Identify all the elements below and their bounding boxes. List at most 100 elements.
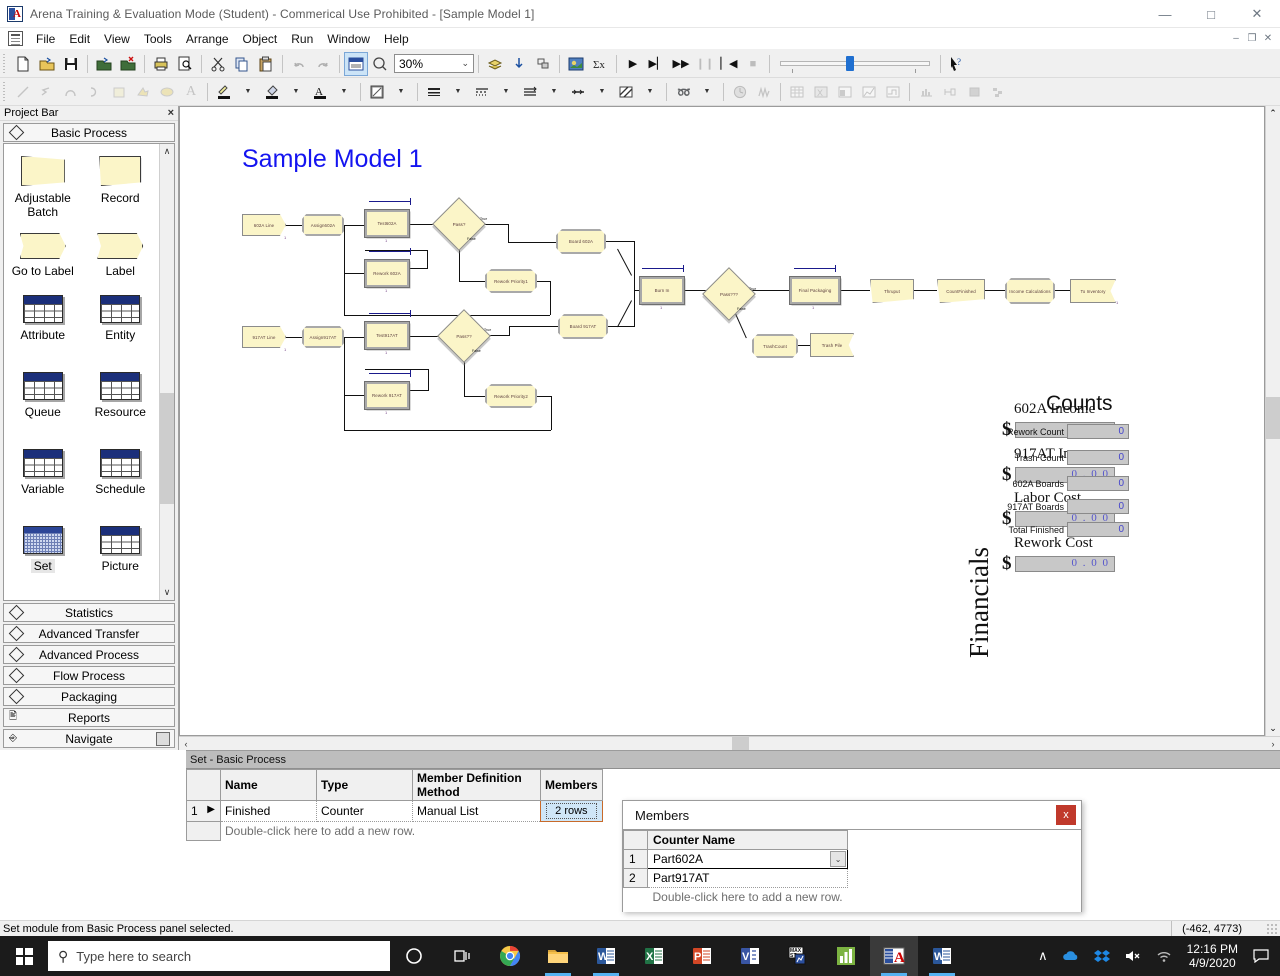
polyline-icon[interactable] bbox=[35, 80, 59, 104]
cell-members[interactable]: 2 rows bbox=[541, 801, 603, 822]
scroll-left-icon[interactable]: ‹ bbox=[179, 737, 193, 751]
toolbar-grip[interactable] bbox=[2, 54, 8, 74]
seize-icon[interactable] bbox=[986, 80, 1010, 104]
flow-node-trashcount[interactable]: TrashCount bbox=[752, 334, 798, 358]
toolbar-grip[interactable] bbox=[2, 82, 8, 102]
go-icon[interactable]: ▶ bbox=[621, 52, 645, 76]
volume-muted-icon[interactable] bbox=[1117, 949, 1149, 963]
minimize-button[interactable]: — bbox=[1142, 0, 1188, 28]
fill-pattern-icon[interactable] bbox=[614, 80, 638, 104]
arrange-icon[interactable] bbox=[531, 52, 555, 76]
canvas-vertical-scrollbar[interactable]: ⌃ ⌄ bbox=[1265, 106, 1280, 736]
scroll-up-icon[interactable]: ⌃ bbox=[1266, 106, 1280, 121]
scroll-up-icon[interactable]: ∧ bbox=[160, 144, 175, 159]
menu-run[interactable]: Run bbox=[284, 30, 320, 48]
scroll-down-icon[interactable]: ⌄ bbox=[1266, 721, 1280, 736]
layers-icon[interactable] bbox=[483, 52, 507, 76]
word-icon[interactable]: W bbox=[582, 936, 630, 976]
histogram-icon[interactable] bbox=[833, 80, 857, 104]
table-row[interactable]: 1 ▶ Finished Counter Manual List 2 rows bbox=[187, 801, 603, 822]
panel-statistics[interactable]: Statistics bbox=[3, 603, 175, 622]
onedrive-icon[interactable] bbox=[1055, 949, 1087, 963]
flow-node-rework-priority-2[interactable]: Rework Priority2 bbox=[485, 384, 537, 408]
copy-icon[interactable] bbox=[230, 52, 254, 76]
flow-node-final-packaging[interactable]: Final Packaging bbox=[790, 277, 840, 304]
menu-arrange[interactable]: Arrange bbox=[179, 30, 236, 48]
minitab-icon[interactable]: MAXST bbox=[774, 936, 822, 976]
line-style-icon[interactable] bbox=[470, 80, 494, 104]
zoom-icon[interactable] bbox=[368, 52, 392, 76]
panel-navigate[interactable]: ⎆ Navigate bbox=[3, 729, 175, 748]
close-icon[interactable]: × bbox=[168, 107, 174, 119]
resource-icon[interactable] bbox=[938, 80, 962, 104]
module-queue[interactable]: Queue bbox=[4, 366, 82, 443]
notification-center-icon[interactable] bbox=[1246, 949, 1276, 963]
scrollbar-track[interactable] bbox=[1266, 121, 1280, 721]
panel-advanced-transfer[interactable]: Advanced Transfer bbox=[3, 624, 175, 643]
doc-restore-button[interactable]: ❐ bbox=[1244, 30, 1260, 46]
open-folder-icon[interactable] bbox=[35, 52, 59, 76]
flow-node-rework-602a[interactable]: Rework 602A bbox=[365, 260, 409, 287]
palette-scrollbar[interactable]: ∧ ∨ bbox=[159, 144, 174, 600]
flow-node-test602a[interactable]: Test602A bbox=[365, 210, 409, 237]
text-icon[interactable]: A bbox=[179, 80, 203, 104]
close-template-icon[interactable] bbox=[116, 52, 140, 76]
flow-node-board-602a[interactable]: Board 602A bbox=[556, 229, 606, 254]
line-color-dropdown[interactable]: ▼ bbox=[236, 80, 260, 104]
panel-header-basic-process[interactable]: Basic Process bbox=[3, 123, 175, 142]
flow-node-countfinished[interactable]: CountFinished bbox=[937, 279, 985, 303]
file-explorer-icon[interactable] bbox=[534, 936, 582, 976]
members-row-index[interactable]: 2 bbox=[624, 869, 648, 888]
dropbox-icon[interactable] bbox=[1087, 949, 1117, 963]
arrow-style-dropdown[interactable]: ▼ bbox=[590, 80, 614, 104]
end-icon[interactable]: ■ bbox=[741, 52, 765, 76]
cell-member-definition-method[interactable]: Manual List bbox=[413, 801, 541, 822]
box-icon[interactable] bbox=[107, 80, 131, 104]
menu-help[interactable]: Help bbox=[377, 30, 416, 48]
open-template-icon[interactable] bbox=[92, 52, 116, 76]
stat-icon[interactable] bbox=[822, 936, 870, 976]
search-input[interactable]: ⚲ Type here to search bbox=[48, 941, 390, 971]
flow-node-917at-line[interactable]: 917AT Line bbox=[242, 326, 286, 348]
task-view-icon[interactable] bbox=[438, 936, 486, 976]
members-cell-counter-name-active[interactable]: Part602A ⌄ bbox=[648, 850, 848, 869]
module-go-to-label[interactable]: Go to Label bbox=[4, 227, 82, 289]
doc-minimize-button[interactable]: – bbox=[1228, 30, 1244, 46]
column-header-name[interactable]: Name bbox=[221, 770, 317, 801]
clock-icon[interactable] bbox=[728, 80, 752, 104]
row-index-cell[interactable]: 1 ▶ bbox=[187, 801, 221, 822]
save-icon[interactable] bbox=[59, 52, 83, 76]
column-header-type[interactable]: Type bbox=[317, 770, 413, 801]
close-button[interactable]: ✕ bbox=[1234, 0, 1280, 28]
module-resource[interactable]: Resource bbox=[82, 366, 160, 443]
word-doc-icon[interactable]: W bbox=[918, 936, 966, 976]
model-drawing-surface[interactable]: Sample Model 1 bbox=[180, 107, 1264, 735]
chevron-down-icon[interactable]: ⌄ bbox=[830, 851, 846, 867]
navigate-window-icon[interactable] bbox=[156, 732, 170, 746]
flow-node-income-calculations[interactable]: Income Calculations bbox=[1005, 278, 1055, 304]
line-color-icon[interactable] bbox=[212, 80, 236, 104]
doc-close-button[interactable]: ✕ bbox=[1260, 30, 1276, 46]
level-icon[interactable] bbox=[752, 80, 776, 104]
text-color-icon[interactable]: A bbox=[308, 80, 332, 104]
undo-icon[interactable] bbox=[287, 52, 311, 76]
scrollbar-thumb[interactable] bbox=[160, 393, 175, 504]
transparency-icon[interactable]: ➿ bbox=[671, 80, 695, 104]
line-width-dropdown[interactable]: ▼ bbox=[446, 80, 470, 104]
start-over-icon[interactable]: ▏◀ bbox=[717, 52, 741, 76]
sigma-x-icon[interactable]: Σx bbox=[588, 52, 612, 76]
scrollbar-thumb[interactable] bbox=[732, 737, 749, 751]
scrollbar-track[interactable] bbox=[160, 159, 175, 585]
add-row-row[interactable]: Double-click here to add a new row. bbox=[187, 822, 603, 841]
cut-icon[interactable] bbox=[206, 52, 230, 76]
scrollbar-track[interactable] bbox=[193, 737, 1266, 751]
flow-node-rework-917at[interactable]: Rework 917AT bbox=[365, 382, 409, 409]
flow-node-trash-pile[interactable]: Trash Pile bbox=[810, 333, 854, 357]
print-preview-icon[interactable] bbox=[173, 52, 197, 76]
show-hidden-icons[interactable]: ∧ bbox=[1031, 948, 1055, 964]
column-header-member-definition-method[interactable]: Member Definition Method bbox=[413, 770, 541, 801]
bezier-icon[interactable] bbox=[83, 80, 107, 104]
variable-icon[interactable] bbox=[785, 80, 809, 104]
flow-node-test917at[interactable]: Test917AT bbox=[365, 322, 409, 349]
powerpoint-icon[interactable]: P bbox=[678, 936, 726, 976]
